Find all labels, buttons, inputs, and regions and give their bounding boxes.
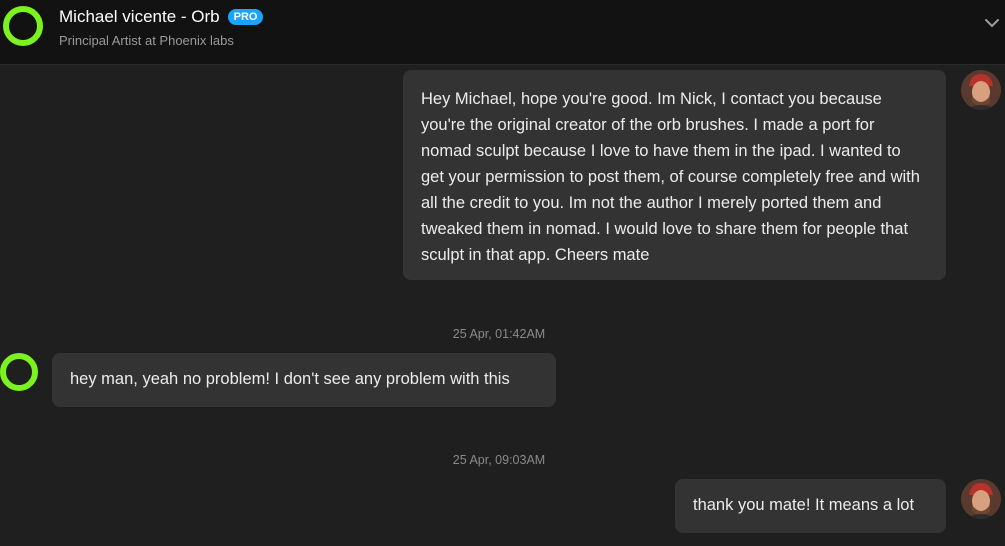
message-timestamp: 25 Apr, 09:03AM [452, 453, 546, 467]
message-bubble-incoming: hey man, yeah no problem! I don't see an… [52, 353, 556, 407]
message-timestamp: 25 Apr, 01:42AM [452, 327, 546, 341]
pro-badge: PRO [227, 9, 264, 25]
contact-subtitle: Principal Artist at Phoenix labs [59, 33, 234, 48]
contact-avatar-small[interactable] [0, 353, 38, 391]
user-avatar[interactable] [961, 479, 1001, 519]
user-avatar-image [961, 70, 1001, 110]
contact-name[interactable]: Michael vicente - Orb [59, 7, 220, 27]
chevron-down-icon[interactable] [984, 15, 1000, 31]
user-avatar-image [961, 479, 1001, 519]
chat-header: Michael vicente - Orb PRO Principal Arti… [0, 0, 1005, 65]
message-bubble-outgoing: thank you mate! It means a lot [675, 479, 946, 533]
contact-name-row[interactable]: Michael vicente - Orb PRO [59, 7, 264, 27]
user-avatar[interactable] [961, 70, 1001, 110]
message-bubble-outgoing: Hey Michael, hope you're good. Im Nick, … [403, 70, 946, 280]
contact-avatar[interactable] [3, 6, 43, 46]
